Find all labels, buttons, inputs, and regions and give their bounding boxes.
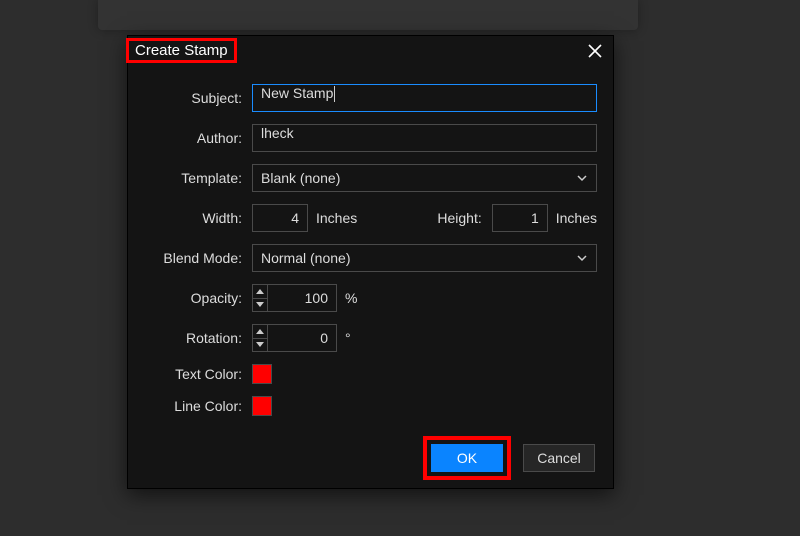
- row-subject: Subject: New Stamp: [144, 84, 597, 112]
- row-blend: Blend Mode: Normal (none): [144, 244, 597, 272]
- opacity-unit: %: [345, 290, 357, 306]
- label-author: Author:: [144, 130, 252, 146]
- height-unit: Inches: [556, 210, 597, 226]
- background-panel: [98, 0, 638, 30]
- label-subject: Subject:: [144, 90, 252, 106]
- titlebar: Create Stamp: [128, 36, 613, 66]
- opacity-step-down[interactable]: [253, 299, 267, 312]
- label-opacity: Opacity:: [144, 290, 252, 306]
- width-unit: Inches: [316, 210, 357, 226]
- opacity-step-up[interactable]: [253, 285, 267, 299]
- author-input[interactable]: lheck: [252, 124, 597, 152]
- label-textcolor: Text Color:: [144, 366, 252, 382]
- rotation-unit: °: [345, 330, 351, 346]
- textcolor-swatch[interactable]: [252, 364, 272, 384]
- close-button[interactable]: [583, 39, 607, 63]
- row-opacity: Opacity: %: [144, 284, 597, 312]
- width-input[interactable]: [252, 204, 308, 232]
- blend-value: Normal (none): [261, 250, 350, 266]
- chevron-down-icon: [576, 252, 588, 264]
- label-rotation: Rotation:: [144, 330, 252, 346]
- row-linecolor: Line Color:: [144, 396, 597, 416]
- opacity-input[interactable]: [267, 284, 337, 312]
- ok-button[interactable]: OK: [431, 444, 503, 472]
- dialog-buttons: OK Cancel: [128, 432, 613, 488]
- label-linecolor: Line Color:: [144, 398, 252, 414]
- cancel-button[interactable]: Cancel: [523, 444, 595, 472]
- subject-value: New Stamp: [261, 85, 333, 101]
- label-blend: Blend Mode:: [144, 250, 252, 266]
- row-textcolor: Text Color:: [144, 364, 597, 384]
- chevron-down-icon: [576, 172, 588, 184]
- dialog-title: Create Stamp: [126, 38, 237, 63]
- close-icon: [588, 44, 602, 58]
- height-input[interactable]: [492, 204, 548, 232]
- blend-select[interactable]: Normal (none): [252, 244, 597, 272]
- rotation-input[interactable]: [267, 324, 337, 352]
- rotation-step-down[interactable]: [253, 339, 267, 352]
- subject-input[interactable]: New Stamp: [252, 84, 597, 112]
- rotation-spinner: [252, 324, 267, 352]
- template-select[interactable]: Blank (none): [252, 164, 597, 192]
- template-value: Blank (none): [261, 170, 340, 186]
- row-rotation: Rotation: °: [144, 324, 597, 352]
- opacity-spinner: [252, 284, 267, 312]
- ok-highlight: OK: [423, 436, 511, 480]
- author-value: lheck: [261, 125, 294, 141]
- form: Subject: New Stamp Author: lheck Templat…: [128, 66, 613, 432]
- row-dimensions: Width: Inches Height: Inches: [144, 204, 597, 232]
- label-height: Height:: [437, 210, 491, 226]
- text-caret-icon: [334, 86, 335, 102]
- row-template: Template: Blank (none): [144, 164, 597, 192]
- rotation-step-up[interactable]: [253, 325, 267, 339]
- create-stamp-dialog: Create Stamp Subject: New Stamp Author: …: [127, 35, 614, 489]
- row-author: Author: lheck: [144, 124, 597, 152]
- label-template: Template:: [144, 170, 252, 186]
- label-width: Width:: [144, 210, 252, 226]
- linecolor-swatch[interactable]: [252, 396, 272, 416]
